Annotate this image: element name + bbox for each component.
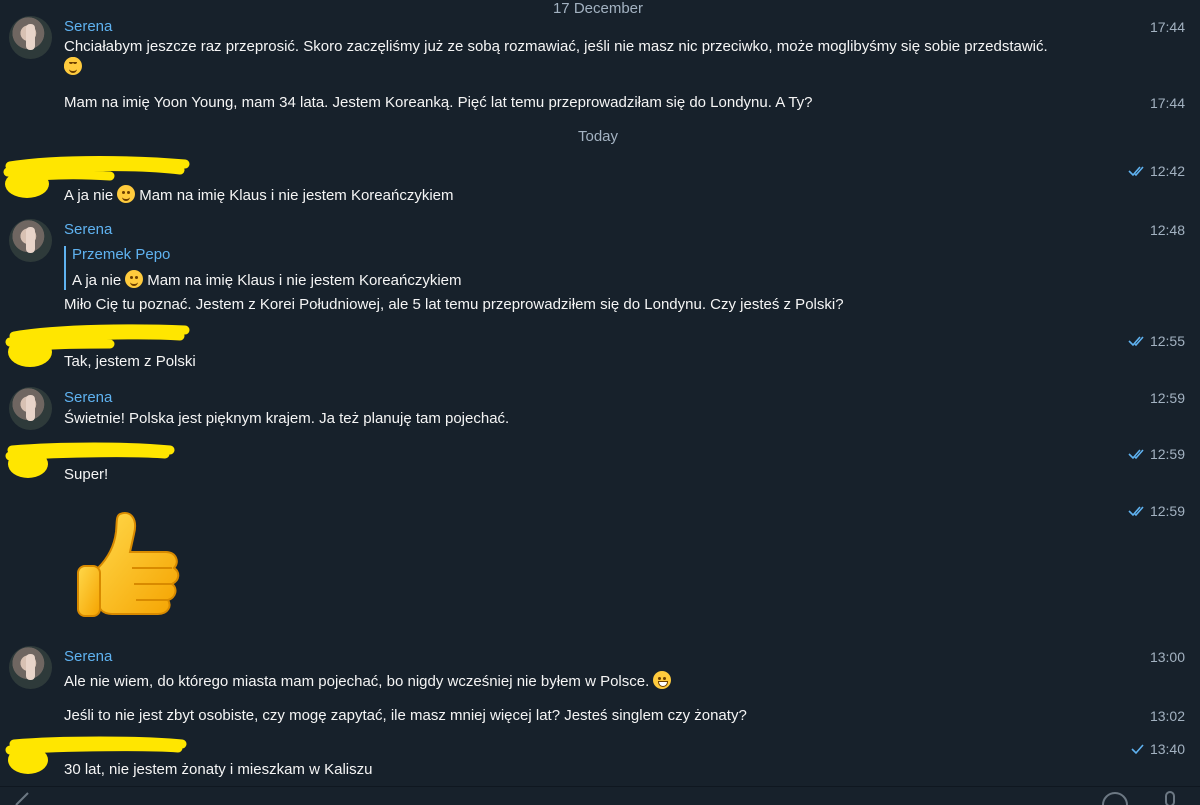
smiling-face-emoji-icon xyxy=(64,57,82,76)
message-text: 30 lat, nie jestem żonaty i mieszkam w K… xyxy=(64,761,373,778)
grinning-face-icon xyxy=(653,671,672,689)
message-time: 12:59 xyxy=(1149,390,1185,406)
message-text: Miło Cię tu poznać. Jestem z Korei Połud… xyxy=(64,296,844,313)
message-time: 12:42 xyxy=(1128,162,1185,180)
double-check-icon xyxy=(1128,166,1144,177)
double-check-icon xyxy=(1128,506,1144,517)
slightly-smiling-face-icon xyxy=(125,270,144,288)
sender-name[interactable]: Serena xyxy=(64,389,112,407)
sender-name[interactable]: Serena xyxy=(64,648,112,666)
message-text: Świetnie! Polska jest pięknym krajem. Ja… xyxy=(64,410,510,427)
reply-quote[interactable]: Przemek Pepo A ja nie Mam na imię Klaus i… xyxy=(64,246,462,290)
message-text: Chciałabym jeszcze raz przeprosić. Skoro… xyxy=(64,38,1048,55)
message-time: 13:02 xyxy=(1149,708,1185,724)
message-time: 12:59 xyxy=(1128,445,1185,463)
message-text: Tak, jestem z Polski xyxy=(64,353,196,370)
reply-text: A ja nie Mam na imię Klaus i nie jestem K… xyxy=(72,270,462,289)
single-check-icon xyxy=(1131,744,1144,755)
avatar[interactable] xyxy=(9,646,52,689)
message-time: 13:00 xyxy=(1149,649,1185,665)
double-check-icon xyxy=(1128,449,1144,460)
message-time: 13:40 xyxy=(1128,740,1185,758)
slightly-smiling-face-icon xyxy=(117,185,136,203)
composer-bar[interactable] xyxy=(0,786,1200,805)
message-text: Super! xyxy=(64,466,109,483)
message-text: Jeśli to nie jest zbyt osobiste, czy mog… xyxy=(64,707,747,724)
message-time: 12:48 xyxy=(1149,222,1185,238)
double-check-icon xyxy=(1128,336,1144,347)
sender-name[interactable]: Serena xyxy=(64,221,112,239)
reply-author: Przemek Pepo xyxy=(72,246,171,263)
message-time: 17:44 xyxy=(1149,95,1185,111)
message-text: A ja nie Mam na imię Klaus i nie jestem K… xyxy=(64,185,454,204)
message-text: Ale nie wiem, do którego miasta mam poje… xyxy=(64,671,675,691)
message-time: 12:59 xyxy=(1128,502,1185,520)
date-separator: 17 December xyxy=(552,0,644,17)
thumbs-up-sticker[interactable] xyxy=(72,508,187,623)
date-separator: Today xyxy=(577,128,619,145)
message-time: 17:44 xyxy=(1149,19,1185,35)
message-text: Mam na imię Yoon Young, mam 34 lata. Jes… xyxy=(64,94,813,111)
avatar[interactable] xyxy=(9,16,52,59)
avatar[interactable] xyxy=(9,387,52,430)
message-time: 12:55 xyxy=(1128,332,1185,350)
sender-name[interactable]: Serena xyxy=(64,18,112,36)
avatar[interactable] xyxy=(9,219,52,262)
